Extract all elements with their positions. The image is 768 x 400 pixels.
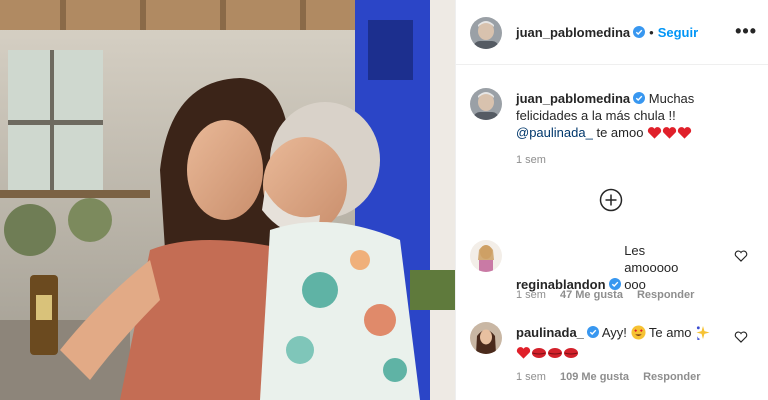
kiss-lips-icon bbox=[531, 346, 547, 364]
owner-username[interactable]: juan_pablomedina bbox=[516, 25, 630, 40]
post-image bbox=[0, 0, 455, 400]
comment-meta-1: 1 sem 47 Me gusta Responder bbox=[516, 289, 708, 301]
separator-dot: • bbox=[649, 25, 654, 40]
comment-body-start: Ayy! bbox=[601, 325, 627, 340]
red-heart-icon bbox=[647, 126, 662, 144]
more-options-icon[interactable]: ••• bbox=[735, 22, 757, 40]
kiss-lips-icon bbox=[547, 346, 563, 364]
header-user-line: juan_pablomedina • Seguir bbox=[516, 24, 698, 42]
comment-text-1: reginablandon Les amoooooooo bbox=[516, 242, 736, 293]
caption-mention-link[interactable]: @paulinada_ bbox=[516, 125, 593, 140]
red-heart-icon bbox=[516, 346, 531, 364]
verified-badge-icon bbox=[633, 26, 646, 38]
comment-body-end: Te amo bbox=[648, 325, 692, 340]
verified-badge-icon bbox=[586, 326, 599, 338]
plus-circle-icon bbox=[599, 188, 623, 212]
owner-avatar[interactable] bbox=[470, 17, 502, 49]
comment-time[interactable]: 1 sem bbox=[516, 289, 546, 301]
follow-button[interactable]: Seguir bbox=[658, 25, 698, 40]
red-heart-icon bbox=[677, 126, 692, 144]
load-more-comments-button[interactable] bbox=[599, 188, 623, 212]
caption-username[interactable]: juan_pablomedina bbox=[516, 91, 630, 106]
verified-badge-icon bbox=[633, 92, 646, 104]
post-header: juan_pablomedina • Seguir ••• bbox=[456, 0, 768, 65]
comment-text-2: paulinada_ Ayy! Te amo bbox=[516, 324, 746, 364]
caption-after-mention: te amoo bbox=[596, 125, 644, 140]
caption-avatar[interactable] bbox=[470, 88, 502, 120]
caption-text: juan_pablomedina Muchas felicidades a la… bbox=[516, 90, 746, 144]
comment-time[interactable]: 1 sem bbox=[516, 371, 546, 383]
like-comment-heart-icon[interactable] bbox=[734, 330, 748, 344]
comment-body: Les amoooooooo bbox=[624, 243, 679, 292]
comment-username[interactable]: paulinada_ bbox=[516, 325, 584, 340]
comment-avatar-reginablandon[interactable] bbox=[470, 240, 502, 272]
post-photo[interactable] bbox=[0, 0, 455, 400]
heart-eyes-emoji-icon bbox=[630, 325, 646, 344]
reply-button[interactable]: Responder bbox=[643, 371, 700, 383]
kiss-lips-icon bbox=[563, 346, 579, 364]
comment-likes[interactable]: 109 Me gusta bbox=[560, 371, 629, 383]
caption-meta: 1 sem bbox=[516, 154, 560, 166]
comment-avatar-paulinada[interactable] bbox=[470, 322, 502, 354]
comment-likes[interactable]: 47 Me gusta bbox=[560, 289, 623, 301]
reply-button[interactable]: Responder bbox=[637, 289, 694, 301]
post-side-panel: juan_pablomedina • Seguir ••• juan_pablome… bbox=[455, 0, 768, 400]
like-comment-heart-icon[interactable] bbox=[734, 249, 748, 263]
comment-meta-2: 1 sem 109 Me gusta Responder bbox=[516, 371, 715, 383]
sparkles-emoji-icon bbox=[695, 325, 711, 344]
red-heart-icon bbox=[662, 126, 677, 144]
caption-time[interactable]: 1 sem bbox=[516, 154, 546, 166]
